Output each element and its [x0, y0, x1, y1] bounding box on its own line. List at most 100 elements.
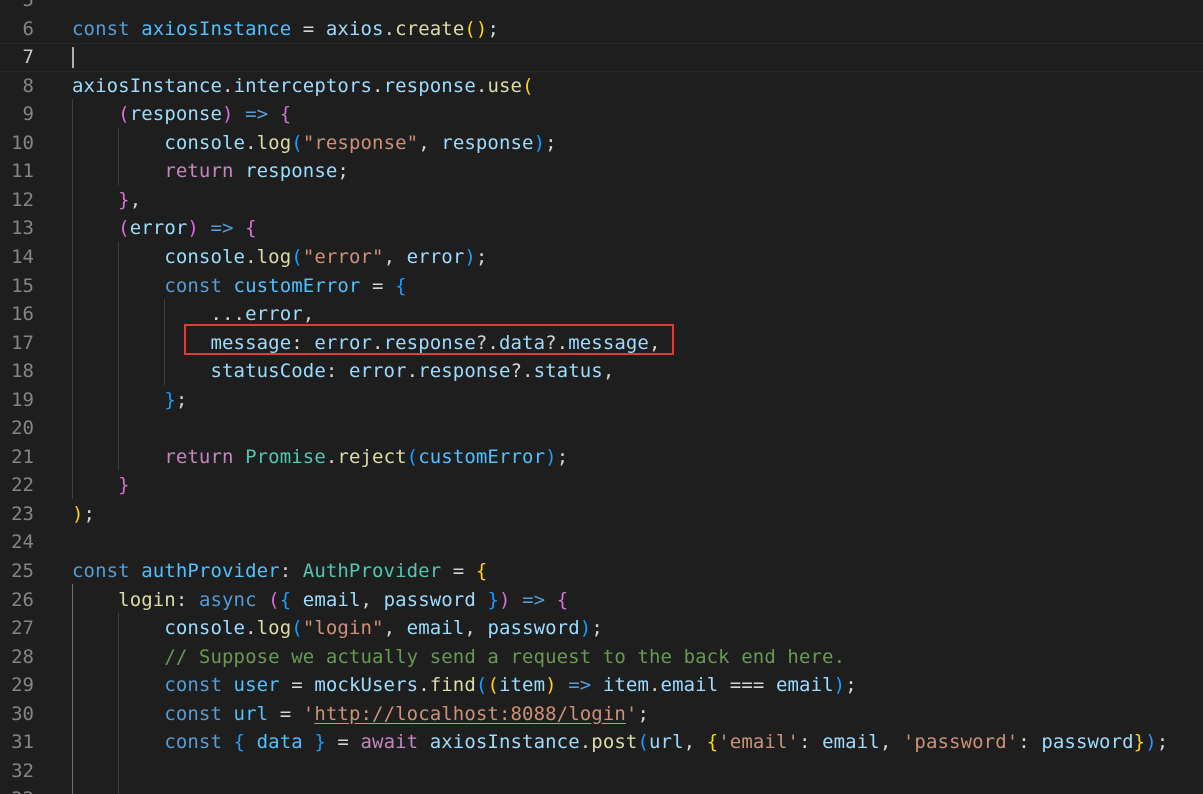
- code-line[interactable]: 25 const authProvider: AuthProvider = {: [0, 557, 1203, 586]
- code-line[interactable]: 26 login: async ({ email, password }) =>…: [0, 586, 1203, 615]
- line-code[interactable]: return Promise.reject(customError);: [72, 443, 568, 472]
- code-token: (: [637, 731, 649, 754]
- line-code[interactable]: (response) => {: [72, 100, 291, 129]
- line-code[interactable]: console.log("response", response);: [72, 129, 557, 158]
- code-line[interactable]: 13 (error) => {: [0, 214, 1203, 243]
- code-line[interactable]: 30 const url = 'http://localhost:8088/lo…: [0, 700, 1203, 729]
- code-token: ): [1145, 731, 1157, 754]
- code-line[interactable]: 33: [0, 785, 1203, 794]
- code-token: ,: [879, 731, 903, 754]
- code-token: ): [222, 103, 234, 126]
- code-line[interactable]: 31 const { data } = await axiosInstance.…: [0, 728, 1203, 757]
- code-token: :: [799, 731, 823, 754]
- line-code[interactable]: }: [72, 471, 130, 500]
- code-line[interactable]: 21 return Promise.reject(customError);: [0, 443, 1203, 472]
- line-number: 5: [22, 0, 34, 11]
- line-code[interactable]: return response;: [72, 157, 349, 186]
- code-token: const: [164, 702, 234, 725]
- code-token: ': [625, 702, 638, 725]
- code-token: {: [706, 731, 719, 754]
- line-code[interactable]: },: [72, 186, 141, 215]
- line-code[interactable]: const authProvider: AuthProvider = {: [72, 557, 487, 586]
- line-number: 18: [11, 360, 34, 383]
- code-token: 'password': [902, 731, 1019, 754]
- line-code[interactable]: const { data } = await axiosInstance.pos…: [72, 728, 1168, 757]
- code-line[interactable]: 20: [0, 414, 1203, 443]
- code-line[interactable]: 15 const customError = {: [0, 272, 1203, 301]
- code-token: email: [660, 674, 719, 697]
- code-token: {: [279, 103, 292, 126]
- code-line[interactable]: 23);: [0, 500, 1203, 529]
- code-token: email: [775, 674, 834, 697]
- line-code[interactable]: // Suppose we actually send a request to…: [72, 643, 845, 672]
- code-token: ): [545, 674, 557, 697]
- code-line[interactable]: 32: [0, 757, 1203, 786]
- code-token: ,: [360, 588, 384, 611]
- code-token: Promise: [245, 445, 326, 468]
- line-code[interactable]: );: [72, 500, 95, 529]
- code-token: ;: [83, 502, 96, 525]
- code-token: console: [164, 131, 246, 154]
- line-number: 14: [11, 245, 34, 268]
- code-line[interactable]: 10 console.log("response", response);: [0, 129, 1203, 158]
- code-token: (: [291, 245, 303, 268]
- code-token: error: [348, 360, 407, 383]
- code-token: ;: [845, 674, 857, 697]
- line-code[interactable]: };: [72, 386, 187, 415]
- code-token: =>: [556, 674, 603, 697]
- code-token: password: [487, 617, 580, 640]
- code-line[interactable]: 7: [0, 43, 1203, 72]
- code-line[interactable]: 8 axiosInstance.interceptors.response.use…: [0, 72, 1203, 101]
- code-line[interactable]: 29 const user = mockUsers.find((item) =>…: [0, 671, 1203, 700]
- code-token: =>: [233, 103, 280, 126]
- code-token: ': [302, 702, 315, 725]
- code-token: ): [579, 617, 592, 640]
- code-line[interactable]: 5: [0, 0, 1203, 15]
- code-line[interactable]: 27 console.log("login", email, password)…: [0, 614, 1203, 643]
- code-token: url: [649, 731, 684, 754]
- code-token: AuthProvider: [302, 560, 442, 582]
- code-token: ;: [1156, 731, 1169, 754]
- code-token: :: [175, 588, 199, 611]
- code-line[interactable]: 12 },: [0, 186, 1203, 215]
- line-number: 29: [11, 674, 34, 697]
- code-token: (: [291, 617, 303, 640]
- line-code[interactable]: const url = 'http://localhost:8088/login…: [72, 700, 649, 729]
- line-code[interactable]: const axiosInstance = axios.create();: [72, 15, 499, 44]
- code-line[interactable]: 6 const axiosInstance = axios.create();: [0, 15, 1203, 44]
- code-token: item: [498, 674, 546, 697]
- code-line[interactable]: 28 // Suppose we actually send a request…: [0, 643, 1203, 672]
- line-code[interactable]: const user = mockUsers.find((item) => it…: [72, 671, 857, 700]
- line-code[interactable]: console.log("error", error);: [72, 243, 487, 272]
- line-code[interactable]: login: async ({ email, password }) => {: [72, 586, 568, 615]
- code-line[interactable]: 19 };: [0, 386, 1203, 415]
- code-line[interactable]: 14 console.log("error", error);: [0, 243, 1203, 272]
- code-token: // Suppose we actually send a request to…: [164, 645, 846, 668]
- line-number: 16: [11, 303, 34, 326]
- code-token: ): [187, 217, 199, 240]
- line-code[interactable]: const customError = {: [72, 272, 407, 301]
- line-code[interactable]: console.log("login", email, password);: [72, 614, 603, 643]
- code-line[interactable]: 22 }: [0, 471, 1203, 500]
- code-token: const: [164, 674, 234, 697]
- code-token: const: [72, 560, 142, 582]
- code-token: ;: [545, 131, 557, 154]
- code-token: =: [279, 674, 315, 697]
- line-code[interactable]: statusCode: error.response?.status,: [72, 357, 614, 386]
- code-token: =: [360, 274, 396, 297]
- code-line[interactable]: 18 statusCode: error.response?.status,: [0, 357, 1203, 386]
- line-code[interactable]: (error) => {: [72, 214, 257, 243]
- code-editor[interactable]: 5 6 const axiosInstance = axios.create(); 7…: [0, 0, 1203, 794]
- code-token: (: [291, 131, 303, 154]
- code-line[interactable]: 9 (response) => {: [0, 100, 1203, 129]
- code-line[interactable]: 11 return response;: [0, 157, 1203, 186]
- code-token: async: [198, 588, 269, 611]
- code-token: create: [395, 17, 465, 40]
- line-code[interactable]: axiosInstance.interceptors.response.use(: [72, 72, 534, 101]
- code-line[interactable]: 24: [0, 528, 1203, 557]
- line-number: 22: [11, 474, 34, 497]
- code-token: ;: [556, 445, 569, 468]
- line-number: 6: [22, 17, 34, 40]
